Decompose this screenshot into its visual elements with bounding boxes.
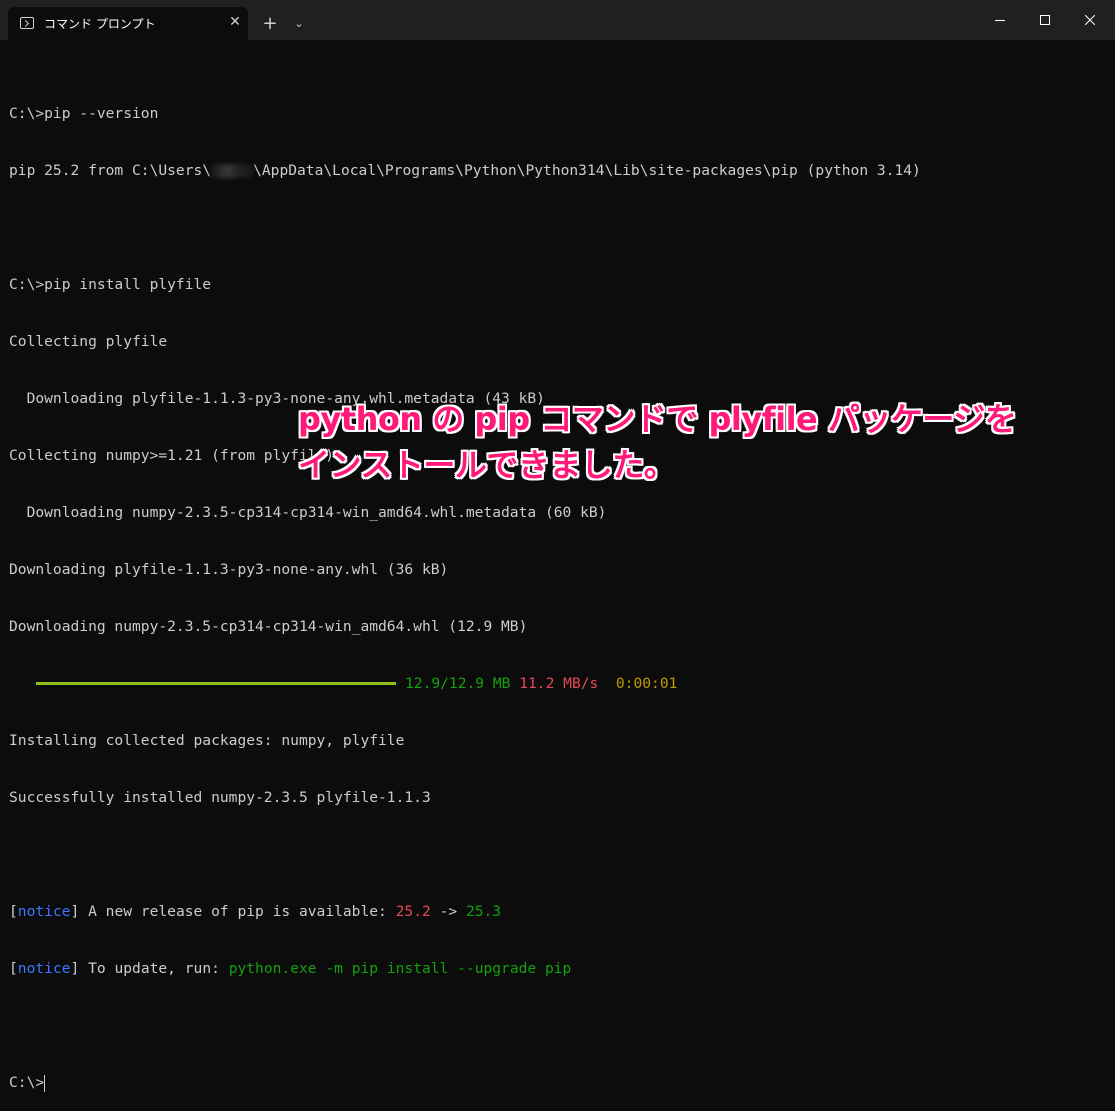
terminal-line: Downloading numpy-2.3.5-cp314-cp314-win_… — [9, 504, 607, 521]
progress-bar — [36, 681, 396, 685]
title-bar: コマンド プロンプト ✕ + ⌄ — [0, 0, 1115, 40]
notice-arrow: -> — [430, 903, 466, 920]
redacted-username — [211, 164, 254, 178]
terminal-line: Downloading numpy-2.3.5-cp314-cp314-win_… — [9, 618, 528, 635]
progress-speed: 11.2 MB/s — [519, 675, 599, 692]
annotation-caption: python の pip コマンドで plyfile パッケージを インストール… — [298, 396, 1017, 488]
terminal-line: Collecting plyfile — [9, 333, 168, 350]
terminal-text: pip 25.2 from C:\Users\ — [9, 162, 212, 179]
prompt-line[interactable]: C:\> — [9, 1073, 921, 1092]
maximize-button[interactable] — [1022, 0, 1068, 40]
upgrade-command: python.exe -m pip install --upgrade pip — [228, 960, 572, 977]
terminal-line: Installing collected packages: numpy, pl… — [9, 732, 405, 749]
progress-size: 12.9/12.9 MB — [405, 675, 511, 692]
terminal-line: Successfully installed numpy-2.3.5 plyfi… — [9, 789, 431, 806]
terminal-output[interactable]: C:\>pip --version pip 25.2 from C:\Users… — [9, 66, 921, 1111]
maximize-icon — [1040, 15, 1050, 25]
progress-line: 12.9/12.9 MB 11.2 MB/s 0:00:01 — [9, 674, 921, 693]
notice-text: A new release of pip is available: — [79, 903, 396, 920]
chevron-down-icon[interactable]: ⌄ — [288, 12, 310, 36]
terminal-line: C:\>pip install plyfile — [9, 276, 212, 293]
terminal-icon — [20, 17, 34, 29]
close-button[interactable] — [1067, 0, 1113, 40]
close-icon — [1085, 15, 1095, 25]
notice-tag: notice — [17, 903, 71, 920]
tab-title: コマンド プロンプト — [44, 17, 156, 31]
terminal-line: C:\>pip --version — [9, 105, 159, 122]
annotation-line: インストールできました。 — [298, 446, 676, 484]
minimize-icon — [995, 20, 1005, 21]
notice-line: [notice] To update, run: python.exe -m p… — [9, 960, 572, 977]
notice-text: To update, run: — [79, 960, 229, 977]
tab-close-icon[interactable]: ✕ — [226, 13, 244, 31]
pip-new-version: 25.3 — [465, 903, 502, 920]
terminal-line: Downloading plyfile-1.1.3-py3-none-any.w… — [9, 561, 449, 578]
pip-old-version: 25.2 — [395, 903, 431, 920]
annotation-line: python の pip コマンドで plyfile パッケージを — [298, 400, 1017, 438]
terminal-text: \AppData\Local\Programs\Python\Python314… — [253, 162, 921, 179]
new-tab-button[interactable]: + — [258, 12, 282, 36]
notice-tag: notice — [17, 960, 71, 977]
minimize-button[interactable] — [977, 0, 1023, 40]
terminal-line: pip 25.2 from C:\Users\ \AppData\Local\Pr… — [9, 161, 921, 180]
progress-eta: 0:00:01 — [615, 675, 678, 692]
notice-line: [notice] A new release of pip is availab… — [9, 903, 502, 920]
tab-command-prompt[interactable]: コマンド プロンプト ✕ — [8, 7, 248, 40]
text-cursor — [44, 1074, 46, 1092]
prompt: C:\> — [9, 1074, 45, 1091]
